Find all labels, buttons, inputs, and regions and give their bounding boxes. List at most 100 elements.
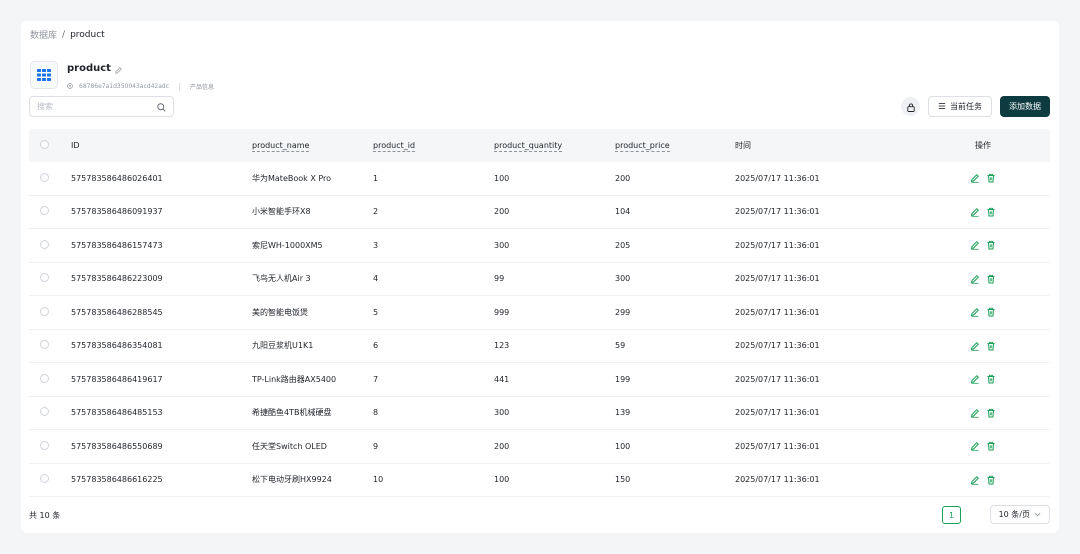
table-header: ID product_name product_id product_quant… [29,129,1050,162]
search-input[interactable] [37,102,147,111]
table-row: 575783586486419617 TP-Link路由器AX5400 7 441 19… [29,363,1050,397]
cell-id: 575783586486091937 [71,207,163,217]
cell-product-name: 小米智能手环X8 [252,207,311,217]
delete-icon[interactable] [986,341,996,351]
cell-product-id: 4 [373,274,379,284]
column-header-product-id[interactable]: product_id [373,141,416,152]
row-checkbox[interactable] [40,239,49,249]
breadcrumb-current: product [70,29,105,40]
table-row: 575783586486026401 华为MateBook X Pro 1 100 20… [29,162,1050,196]
cell-product-price: 100 [615,441,631,451]
edit-icon[interactable] [970,240,980,250]
cell-product-price: 104 [615,207,631,217]
cell-product-name: 美的智能电饭煲 [252,307,308,317]
edit-icon[interactable] [970,307,980,317]
cell-id: 575783586486550689 [71,441,163,451]
collection-description: 产品信息 [190,84,215,91]
cell-product-name: 希捷酷鱼4TB机械硬盘 [252,408,332,418]
column-header-actions: 操作 [975,141,991,150]
lock-button[interactable] [901,97,920,116]
cell-product-quantity: 441 [494,374,510,384]
delete-icon[interactable] [986,307,996,317]
table-row: 575783586486288545 美的智能电饭煲 5 999 299 2025/07/… [29,296,1050,330]
cell-product-price: 205 [615,240,631,250]
delete-icon[interactable] [986,475,996,485]
column-header-product-name[interactable]: product_name [252,141,310,152]
cell-product-price: 150 [615,475,631,485]
row-checkbox[interactable] [40,373,49,383]
add-data-button[interactable]: 添加数据 [1000,96,1050,117]
row-checkbox[interactable] [40,474,49,484]
cell-product-quantity: 100 [494,173,510,183]
toolbar: 当前任务 添加数据 [901,96,1050,117]
cell-id: 575783586486616225 [71,475,163,485]
cell-product-id: 7 [373,374,379,384]
delete-icon[interactable] [986,374,996,384]
cell-product-id: 6 [373,341,379,351]
delete-icon[interactable] [986,408,996,418]
cell-id: 575783586486354081 [71,341,163,351]
current-tasks-label: 当前任务 [950,102,982,111]
edit-title-icon[interactable] [115,59,122,78]
cell-product-price: 299 [615,307,631,317]
cell-product-quantity: 999 [494,307,510,317]
divider [179,82,181,91]
row-checkbox[interactable] [40,172,49,182]
cell-id: 575783586486485153 [71,408,163,418]
cell-id: 575783586486157473 [71,240,163,250]
cell-product-price: 300 [615,274,631,284]
delete-icon[interactable] [986,173,996,183]
page-number-button[interactable]: 1 [942,506,961,524]
breadcrumb-separator: / [62,29,66,40]
delete-icon[interactable] [986,207,996,217]
delete-icon[interactable] [986,240,996,250]
delete-icon[interactable] [986,274,996,284]
cell-product-quantity: 200 [494,207,510,217]
main-card: 数据库 / product product 68786e7a1d350043ac… [21,21,1059,533]
row-checkbox[interactable] [40,306,49,316]
edit-icon[interactable] [970,408,980,418]
cell-product-id: 3 [373,240,379,250]
cell-time: 2025/07/17 11:36:01 [735,408,820,418]
cell-product-quantity: 123 [494,341,510,351]
edit-icon[interactable] [970,207,980,217]
breadcrumb-root[interactable]: 数据库 [30,28,57,41]
search-box [29,96,174,117]
select-all-checkbox[interactable] [40,140,49,149]
page-size-select[interactable]: 10 条/页 [989,505,1050,524]
row-checkbox[interactable] [40,206,49,216]
cell-time: 2025/07/17 11:36:01 [735,274,820,284]
edit-icon[interactable] [970,274,980,284]
edit-icon[interactable] [970,341,980,351]
chevron-down-icon [1034,510,1041,519]
column-header-product-quantity[interactable]: product_quantity [494,141,563,152]
edit-icon[interactable] [970,441,980,451]
edit-icon[interactable] [970,475,980,485]
delete-icon[interactable] [986,441,996,451]
current-tasks-button[interactable]: 当前任务 [928,96,992,117]
cell-product-price: 200 [615,173,631,183]
column-header-product-price[interactable]: product_price [615,141,670,152]
cell-product-name: 任天堂Switch OLED [252,441,327,451]
row-checkbox[interactable] [40,407,49,417]
cell-time: 2025/07/17 11:36:01 [735,475,820,485]
row-checkbox[interactable] [40,273,49,283]
cell-time: 2025/07/17 11:36:01 [735,173,820,183]
data-table: ID product_name product_id product_quant… [29,129,1050,497]
row-checkbox[interactable] [40,340,49,350]
cell-id: 575783586486419617 [71,374,163,384]
edit-icon[interactable] [970,173,980,183]
cell-time: 2025/07/17 11:36:01 [735,240,820,250]
table-row: 575783586486550689 任天堂Switch OLED 9 200 100 2… [29,430,1050,464]
page-size-label: 10 条/页 [998,510,1030,519]
cell-product-name: 松下电动牙刷HX9924 [252,475,332,485]
edit-icon[interactable] [970,374,980,384]
row-checkbox[interactable] [40,440,49,450]
table-body: 575783586486026401 华为MateBook X Pro 1 100 20… [29,162,1050,497]
breadcrumb: 数据库 / product [30,28,105,42]
cell-id: 575783586486288545 [71,307,163,317]
search-icon[interactable] [157,97,166,116]
cell-product-id: 9 [373,441,379,451]
cell-product-name: 飞鸟无人机Air 3 [252,274,311,284]
cell-id: 575783586486026401 [71,173,163,183]
